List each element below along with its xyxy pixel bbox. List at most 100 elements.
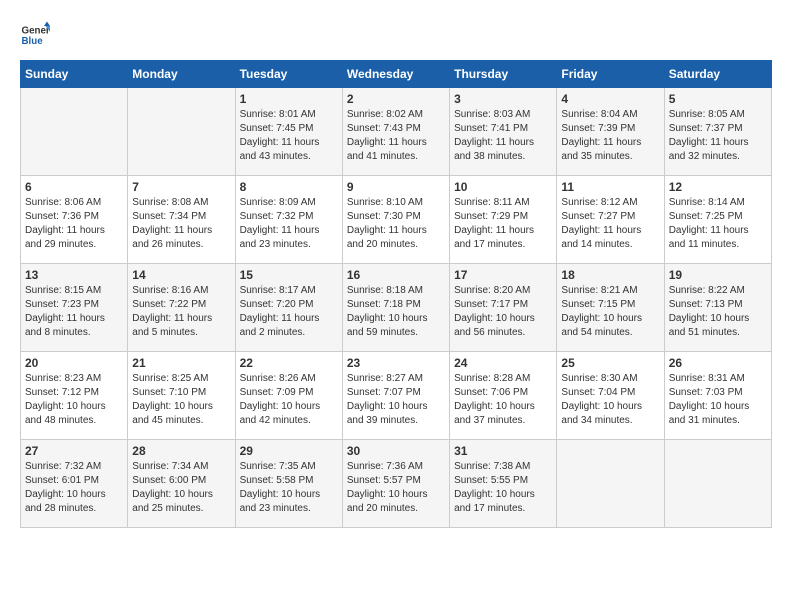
day-number: 28	[132, 444, 230, 458]
calendar-cell: 20Sunrise: 8:23 AMSunset: 7:12 PMDayligh…	[21, 352, 128, 440]
day-info: Sunrise: 7:35 AMSunset: 5:58 PMDaylight:…	[240, 460, 338, 516]
logo: General Blue	[20, 20, 52, 50]
day-number: 16	[347, 268, 445, 282]
day-info: Sunrise: 8:18 AMSunset: 7:18 PMDaylight:…	[347, 284, 445, 340]
day-number: 29	[240, 444, 338, 458]
day-info: Sunrise: 8:26 AMSunset: 7:09 PMDaylight:…	[240, 372, 338, 428]
calendar-week-row: 13 Sunrise: 8:15 AMSunset: 7:23 PMDayligh…	[21, 264, 772, 352]
day-info: Sunrise: 8:20 AMSunset: 7:17 PMDaylight:…	[454, 284, 552, 340]
day-info: Sunrise: 8:12 AMSunset: 7:27 PMDaylight:…	[561, 196, 659, 252]
day-number: 8	[240, 180, 338, 194]
day-info: Sunrise: 8:27 AMSunset: 7:07 PMDaylight:…	[347, 372, 445, 428]
day-header: Friday	[557, 61, 664, 88]
day-number: 10	[454, 180, 552, 194]
calendar-cell: 26Sunrise: 8:31 AMSunset: 7:03 PMDayligh…	[664, 352, 771, 440]
calendar-cell: 19 Sunrise: 8:22 AMSunset: 7:13 PMDayligh…	[664, 264, 771, 352]
day-info: Sunrise: 8:03 AMSunset: 7:41 PMDaylight:…	[454, 108, 552, 164]
calendar-cell: 14 Sunrise: 8:16 AMSunset: 7:22 PMDayligh…	[128, 264, 235, 352]
page-header: General Blue	[20, 20, 772, 50]
day-info: Sunrise: 8:08 AMSunset: 7:34 PMDaylight:…	[132, 196, 230, 252]
calendar-cell: 5Sunrise: 8:05 AMSunset: 7:37 PMDaylight…	[664, 88, 771, 176]
day-header: Wednesday	[342, 61, 449, 88]
day-number: 7	[132, 180, 230, 194]
calendar-cell: 31 Sunrise: 7:38 AMSunset: 5:55 PMDayligh…	[450, 440, 557, 528]
day-header: Tuesday	[235, 61, 342, 88]
calendar-cell	[664, 440, 771, 528]
day-number: 19	[669, 268, 767, 282]
day-number: 15	[240, 268, 338, 282]
calendar-cell: 23 Sunrise: 8:27 AMSunset: 7:07 PMDayligh…	[342, 352, 449, 440]
day-number: 20	[25, 356, 123, 370]
day-number: 23	[347, 356, 445, 370]
day-info: Sunrise: 8:15 AMSunset: 7:23 PMDaylight:…	[25, 284, 123, 340]
day-header: Thursday	[450, 61, 557, 88]
day-number: 31	[454, 444, 552, 458]
calendar-cell: 25Sunrise: 8:30 AMSunset: 7:04 PMDayligh…	[557, 352, 664, 440]
day-number: 17	[454, 268, 552, 282]
calendar-week-row: 27Sunrise: 7:32 AMSunset: 6:01 PMDayligh…	[21, 440, 772, 528]
day-info: Sunrise: 7:36 AMSunset: 5:57 PMDaylight:…	[347, 460, 445, 516]
day-info: Sunrise: 8:25 AMSunset: 7:10 PMDaylight:…	[132, 372, 230, 428]
day-number: 6	[25, 180, 123, 194]
calendar-cell: 11 Sunrise: 8:12 AMSunset: 7:27 PMDayligh…	[557, 176, 664, 264]
day-info: Sunrise: 8:06 AMSunset: 7:36 PMDaylight:…	[25, 196, 123, 252]
day-info: Sunrise: 8:09 AMSunset: 7:32 PMDaylight:…	[240, 196, 338, 252]
day-number: 30	[347, 444, 445, 458]
day-info: Sunrise: 7:34 AMSunset: 6:00 PMDaylight:…	[132, 460, 230, 516]
day-number: 18	[561, 268, 659, 282]
day-info: Sunrise: 8:22 AMSunset: 7:13 PMDaylight:…	[669, 284, 767, 340]
day-info: Sunrise: 8:02 AMSunset: 7:43 PMDaylight:…	[347, 108, 445, 164]
calendar-week-row: 20Sunrise: 8:23 AMSunset: 7:12 PMDayligh…	[21, 352, 772, 440]
day-number: 11	[561, 180, 659, 194]
header-row: SundayMondayTuesdayWednesdayThursdayFrid…	[21, 61, 772, 88]
calendar-cell: 17 Sunrise: 8:20 AMSunset: 7:17 PMDayligh…	[450, 264, 557, 352]
calendar-table: SundayMondayTuesdayWednesdayThursdayFrid…	[20, 60, 772, 528]
calendar-cell: 18 Sunrise: 8:21 AMSunset: 7:15 PMDayligh…	[557, 264, 664, 352]
svg-text:Blue: Blue	[22, 36, 44, 47]
day-info: Sunrise: 8:28 AMSunset: 7:06 PMDaylight:…	[454, 372, 552, 428]
calendar-cell: 10 Sunrise: 8:11 AMSunset: 7:29 PMDayligh…	[450, 176, 557, 264]
day-info: Sunrise: 8:11 AMSunset: 7:29 PMDaylight:…	[454, 196, 552, 252]
day-number: 24	[454, 356, 552, 370]
day-number: 4	[561, 92, 659, 106]
day-info: Sunrise: 8:10 AMSunset: 7:30 PMDaylight:…	[347, 196, 445, 252]
calendar-cell	[128, 88, 235, 176]
day-info: Sunrise: 8:04 AMSunset: 7:39 PMDaylight:…	[561, 108, 659, 164]
calendar-cell	[21, 88, 128, 176]
calendar-cell: 16 Sunrise: 8:18 AMSunset: 7:18 PMDayligh…	[342, 264, 449, 352]
day-header: Sunday	[21, 61, 128, 88]
day-info: Sunrise: 8:16 AMSunset: 7:22 PMDaylight:…	[132, 284, 230, 340]
logo-icon: General Blue	[20, 20, 50, 50]
day-info: Sunrise: 8:30 AMSunset: 7:04 PMDaylight:…	[561, 372, 659, 428]
day-number: 13	[25, 268, 123, 282]
svg-text:General: General	[22, 26, 51, 37]
calendar-cell: 3 Sunrise: 8:03 AMSunset: 7:41 PMDaylight…	[450, 88, 557, 176]
day-header: Monday	[128, 61, 235, 88]
calendar-cell: 27Sunrise: 7:32 AMSunset: 6:01 PMDayligh…	[21, 440, 128, 528]
calendar-cell: 2Sunrise: 8:02 AMSunset: 7:43 PMDaylight…	[342, 88, 449, 176]
calendar-week-row: 6 Sunrise: 8:06 AMSunset: 7:36 PMDaylight…	[21, 176, 772, 264]
calendar-cell: 30 Sunrise: 7:36 AMSunset: 5:57 PMDayligh…	[342, 440, 449, 528]
calendar-cell: 29 Sunrise: 7:35 AMSunset: 5:58 PMDayligh…	[235, 440, 342, 528]
day-number: 12	[669, 180, 767, 194]
day-number: 26	[669, 356, 767, 370]
day-header: Saturday	[664, 61, 771, 88]
day-info: Sunrise: 8:21 AMSunset: 7:15 PMDaylight:…	[561, 284, 659, 340]
day-info: Sunrise: 8:14 AMSunset: 7:25 PMDaylight:…	[669, 196, 767, 252]
calendar-cell: 6 Sunrise: 8:06 AMSunset: 7:36 PMDaylight…	[21, 176, 128, 264]
day-info: Sunrise: 7:38 AMSunset: 5:55 PMDaylight:…	[454, 460, 552, 516]
day-number: 9	[347, 180, 445, 194]
day-number: 1	[240, 92, 338, 106]
calendar-cell: 22Sunrise: 8:26 AMSunset: 7:09 PMDayligh…	[235, 352, 342, 440]
calendar-cell: 4 Sunrise: 8:04 AMSunset: 7:39 PMDaylight…	[557, 88, 664, 176]
calendar-cell: 13 Sunrise: 8:15 AMSunset: 7:23 PMDayligh…	[21, 264, 128, 352]
calendar-cell: 9 Sunrise: 8:10 AMSunset: 7:30 PMDaylight…	[342, 176, 449, 264]
day-number: 21	[132, 356, 230, 370]
day-number: 27	[25, 444, 123, 458]
day-number: 3	[454, 92, 552, 106]
day-info: Sunrise: 8:17 AMSunset: 7:20 PMDaylight:…	[240, 284, 338, 340]
calendar-cell: 28 Sunrise: 7:34 AMSunset: 6:00 PMDayligh…	[128, 440, 235, 528]
day-info: Sunrise: 8:01 AMSunset: 7:45 PMDaylight:…	[240, 108, 338, 164]
day-number: 14	[132, 268, 230, 282]
calendar-cell: 12 Sunrise: 8:14 AMSunset: 7:25 PMDayligh…	[664, 176, 771, 264]
